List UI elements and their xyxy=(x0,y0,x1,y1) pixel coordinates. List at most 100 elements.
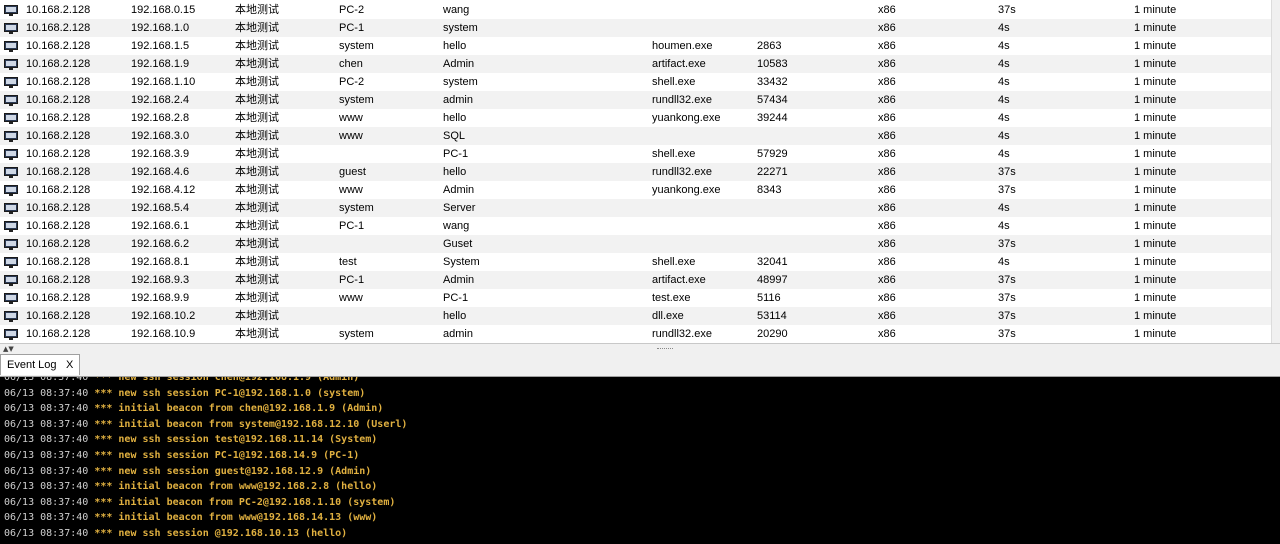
table-row[interactable]: 10.168.2.128 192.168.0.15 本地测试 PC-2 wang x86 3… xyxy=(0,1,1272,19)
internal-ip-cell: 192.168.6.2 xyxy=(131,238,190,250)
last-seen-cell: 1 minute xyxy=(1134,130,1177,142)
last-seen-cell: 1 minute xyxy=(1134,202,1177,214)
table-row[interactable]: 10.168.2.128 192.168.1.5 本地测试 system hello ho… xyxy=(0,37,1272,55)
last-seen-cell: 1 minute xyxy=(1134,4,1177,16)
computer-cell: wang xyxy=(443,4,470,16)
external-ip-cell: 10.168.2.128 xyxy=(26,40,91,52)
table-row[interactable]: 10.168.2.128 192.168.9.3 本地测试 PC-1 Admin arti… xyxy=(0,271,1272,289)
internal-ip-cell: 192.168.3.0 xyxy=(131,130,190,142)
arch-cell: x86 xyxy=(878,76,896,88)
table-row[interactable]: 10.168.2.128 192.168.2.4 本地测试 system admin ru… xyxy=(0,91,1272,109)
table-row[interactable]: 10.168.2.128 192.168.1.0 本地测试 PC-1 system x86… xyxy=(0,19,1272,37)
process-cell: rundll32.exe xyxy=(652,94,712,106)
log-message: *** new ssh session PC-1@192.168.1.0 (sy… xyxy=(94,387,366,399)
last-seen-cell: 1 minute xyxy=(1134,220,1177,232)
table-vertical-scrollbar[interactable] xyxy=(1271,0,1280,343)
last-seen-cell: 1 minute xyxy=(1134,310,1177,322)
log-line: 06/13 08:37:40 *** new ssh session chen@… xyxy=(4,377,359,385)
external-ip-cell: 10.168.2.128 xyxy=(26,238,91,250)
internal-ip-cell: 192.168.5.4 xyxy=(131,202,190,214)
internal-ip-cell: 192.168.1.10 xyxy=(131,76,196,88)
table-row[interactable]: 10.168.2.128 192.168.9.9 本地测试 www PC-1 test.e… xyxy=(0,289,1272,307)
arch-cell: x86 xyxy=(878,4,896,16)
process-cell: test.exe xyxy=(652,292,691,304)
listener-cell: 本地测试 xyxy=(235,220,279,232)
table-row[interactable]: 10.168.2.128 192.168.4.6 本地测试 guest hello run… xyxy=(0,163,1272,181)
last-seen-cell: 1 minute xyxy=(1134,292,1177,304)
listener-cell: 本地测试 xyxy=(235,22,279,34)
last-seen-cell: 1 minute xyxy=(1134,166,1177,178)
computer-cell: wang xyxy=(443,220,470,232)
monitor-icon xyxy=(4,76,18,88)
arch-cell: x86 xyxy=(878,256,896,268)
external-ip-cell: 10.168.2.128 xyxy=(26,4,91,16)
user-cell: PC-1 xyxy=(339,274,365,286)
tab-close-icon[interactable]: X xyxy=(66,355,73,375)
sleep-cell: 37s xyxy=(998,310,1016,322)
arch-cell: x86 xyxy=(878,220,896,232)
computer-cell: hello xyxy=(443,310,467,322)
monitor-icon xyxy=(4,184,18,196)
log-line: 06/13 08:37:40 *** initial beacon from w… xyxy=(4,510,377,525)
splitter-grip[interactable] xyxy=(657,348,673,351)
listener-cell: 本地测试 xyxy=(235,184,279,196)
listener-cell: 本地测试 xyxy=(235,274,279,286)
log-timestamp: 06/13 08:37:40 xyxy=(4,377,89,383)
last-seen-cell: 1 minute xyxy=(1134,22,1177,34)
monitor-icon xyxy=(4,202,18,214)
computer-cell: system xyxy=(443,76,478,88)
computer-cell: hello xyxy=(443,112,467,124)
sleep-cell: 37s xyxy=(998,4,1016,16)
table-row[interactable]: 10.168.2.128 192.168.3.9 本地测试 PC-1 shell.exe… xyxy=(0,145,1272,163)
arch-cell: x86 xyxy=(878,202,896,214)
table-row[interactable]: 10.168.2.128 192.168.1.10 本地测试 PC-2 system sh… xyxy=(0,73,1272,91)
listener-cell: 本地测试 xyxy=(235,130,279,142)
table-row[interactable]: 10.168.2.128 192.168.4.12 本地测试 www Admin yuan… xyxy=(0,181,1272,199)
last-seen-cell: 1 minute xyxy=(1134,328,1177,340)
tab-event-log[interactable]: Event Log X xyxy=(0,354,80,375)
last-seen-cell: 1 minute xyxy=(1134,148,1177,160)
log-timestamp: 06/13 08:37:40 xyxy=(4,512,89,524)
process-cell: artifact.exe xyxy=(652,274,706,286)
log-timestamp: 06/13 08:37:40 xyxy=(4,528,89,539)
external-ip-cell: 10.168.2.128 xyxy=(26,22,91,34)
table-row[interactable]: 10.168.2.128 192.168.6.2 本地测试 Guset x86 37s 1 … xyxy=(0,235,1272,253)
internal-ip-cell: 192.168.2.8 xyxy=(131,112,190,124)
monitor-icon xyxy=(4,256,18,268)
log-message: *** initial beacon from www@192.168.2.8 … xyxy=(94,481,378,493)
table-row[interactable]: 10.168.2.128 192.168.10.9 本地测试 system admin r… xyxy=(0,325,1272,343)
table-row[interactable]: 10.168.2.128 192.168.1.9 本地测试 chen Admin arti… xyxy=(0,55,1272,73)
table-row[interactable]: 10.168.2.128 192.168.6.1 本地测试 PC-1 wang x86 4s… xyxy=(0,217,1272,235)
table-row[interactable]: 10.168.2.128 192.168.8.1 本地测试 test System she… xyxy=(0,253,1272,271)
arch-cell: x86 xyxy=(878,238,896,250)
pid-cell: 5116 xyxy=(757,292,781,304)
table-row[interactable]: 10.168.2.128 192.168.5.4 本地测试 system Server x… xyxy=(0,199,1272,217)
log-timestamp: 06/13 08:37:40 xyxy=(4,387,89,399)
splitter-arrows-icon[interactable]: ▲▼ xyxy=(3,345,14,353)
log-message: *** initial beacon from system@192.168.1… xyxy=(94,418,408,430)
sleep-cell: 37s xyxy=(998,238,1016,250)
listener-cell: 本地测试 xyxy=(235,292,279,304)
computer-cell: Admin xyxy=(443,184,475,196)
last-seen-cell: 1 minute xyxy=(1134,40,1177,52)
listener-cell: 本地测试 xyxy=(235,166,279,178)
log-message: *** initial beacon from www@192.168.14.1… xyxy=(94,512,378,524)
sleep-cell: 37s xyxy=(998,166,1016,178)
table-row[interactable]: 10.168.2.128 192.168.10.2 本地测试 hello dll.exe… xyxy=(0,307,1272,325)
log-timestamp: 06/13 08:37:40 xyxy=(4,496,89,508)
computer-cell: admin xyxy=(443,94,473,106)
internal-ip-cell: 192.168.4.12 xyxy=(131,184,196,196)
arch-cell: x86 xyxy=(878,148,896,160)
process-cell: artifact.exe xyxy=(652,58,706,70)
last-seen-cell: 1 minute xyxy=(1134,274,1177,286)
user-cell: PC-1 xyxy=(339,22,365,34)
event-log-console[interactable]: 06/13 08:37:40 *** new ssh session chen@… xyxy=(0,377,1280,544)
log-line: 06/13 08:37:40 *** new ssh session PC-1@… xyxy=(4,386,365,401)
sleep-cell: 4s xyxy=(998,112,1010,124)
table-row[interactable]: 10.168.2.128 192.168.3.0 本地测试 www SQL x86 4s 1 … xyxy=(0,127,1272,145)
monitor-icon xyxy=(4,328,18,340)
sleep-cell: 37s xyxy=(998,274,1016,286)
internal-ip-cell: 192.168.4.6 xyxy=(131,166,190,178)
table-row[interactable]: 10.168.2.128 192.168.2.8 本地测试 www hello yuank… xyxy=(0,109,1272,127)
log-line: 06/13 08:37:40 *** new ssh session @192.… xyxy=(4,526,347,541)
